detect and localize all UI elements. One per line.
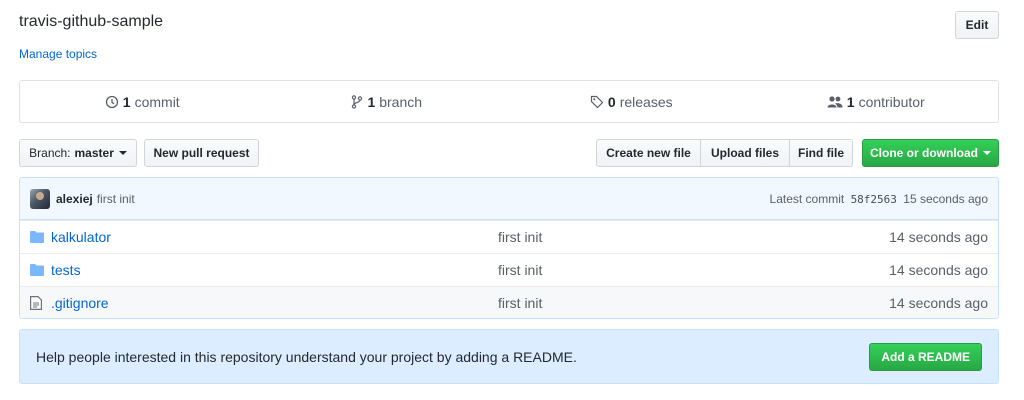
- new-pull-request-button[interactable]: New pull request: [144, 139, 259, 167]
- folder-icon: [30, 264, 46, 276]
- branch-prefix: Branch:: [29, 146, 71, 160]
- clone-label: Clone or download: [870, 146, 978, 160]
- chevron-down-icon: [983, 151, 991, 155]
- add-readme-button[interactable]: Add a README: [869, 342, 982, 371]
- repo-title: travis-github-sample: [19, 13, 164, 30]
- file-name-link[interactable]: kalkulator: [51, 229, 498, 245]
- repo-summary-bar: 1 commit 1 branch 0 releases 1 contribut…: [19, 80, 999, 123]
- commit-message[interactable]: first init: [97, 192, 135, 206]
- readme-banner: Help people interested in this repositor…: [19, 329, 999, 384]
- commit-age: 15 seconds ago: [903, 191, 988, 206]
- releases-label: releases: [619, 93, 673, 110]
- contributors-label: contributor: [858, 93, 925, 110]
- file-name-link[interactable]: tests: [51, 262, 498, 278]
- file-commit-message[interactable]: first init: [498, 229, 542, 245]
- branch-name: master: [74, 146, 114, 160]
- file-commit-message[interactable]: first init: [498, 262, 542, 278]
- latest-commit-info: Latest commit 58f2563 15 seconds ago: [770, 192, 988, 206]
- people-icon: [827, 95, 843, 107]
- commits-count: 1: [122, 93, 131, 110]
- commits-label: commit: [134, 93, 180, 110]
- upload-files-button[interactable]: Upload files: [700, 139, 790, 167]
- chevron-down-icon: [118, 151, 127, 155]
- table-row: tests first init 14 seconds ago: [20, 253, 998, 286]
- file-age: 14 seconds ago: [889, 262, 988, 278]
- avatar[interactable]: [30, 188, 50, 209]
- file-name-link[interactable]: .gitignore: [51, 295, 498, 311]
- branches-label: branch: [379, 93, 423, 110]
- find-file-button[interactable]: Find file: [789, 139, 853, 167]
- table-row: kalkulator first init 14 seconds ago: [20, 220, 998, 253]
- releases-link[interactable]: 0 releases: [509, 81, 754, 122]
- releases-count: 0: [607, 93, 616, 110]
- branch-icon: [352, 94, 363, 109]
- readme-prompt-text: Help people interested in this repositor…: [36, 348, 577, 365]
- file-actions-group: Create new file Upload files Find file: [596, 139, 853, 167]
- file-icon: [30, 296, 46, 310]
- tag-icon: [590, 95, 604, 108]
- contributors-count: 1: [846, 93, 855, 110]
- commit-author[interactable]: alexiej: [56, 192, 93, 206]
- table-row: .gitignore first init 14 seconds ago: [20, 286, 998, 318]
- file-commit-message[interactable]: first init: [498, 295, 542, 311]
- branches-link[interactable]: 1 branch: [265, 81, 510, 122]
- folder-icon: [30, 231, 46, 243]
- branches-count: 1: [367, 93, 376, 110]
- latest-commit-bar: alexiej first init Latest commit 58f2563…: [20, 178, 998, 220]
- commit-icon: [105, 95, 118, 108]
- manage-topics-link[interactable]: Manage topics: [19, 47, 97, 61]
- edit-button[interactable]: Edit: [955, 11, 999, 39]
- latest-commit-prefix: Latest commit: [769, 191, 845, 206]
- clone-or-download-button[interactable]: Clone or download: [862, 139, 999, 167]
- commit-sha-link[interactable]: 58f2563: [851, 193, 897, 206]
- branch-select-button[interactable]: Branch: master: [19, 139, 137, 167]
- file-browser: alexiej first init Latest commit 58f2563…: [19, 177, 999, 319]
- file-age: 14 seconds ago: [889, 295, 988, 311]
- contributors-link[interactable]: 1 contributor: [754, 81, 999, 122]
- create-new-file-button[interactable]: Create new file: [596, 139, 701, 167]
- commits-link[interactable]: 1 commit: [20, 81, 265, 122]
- file-age: 14 seconds ago: [889, 229, 988, 245]
